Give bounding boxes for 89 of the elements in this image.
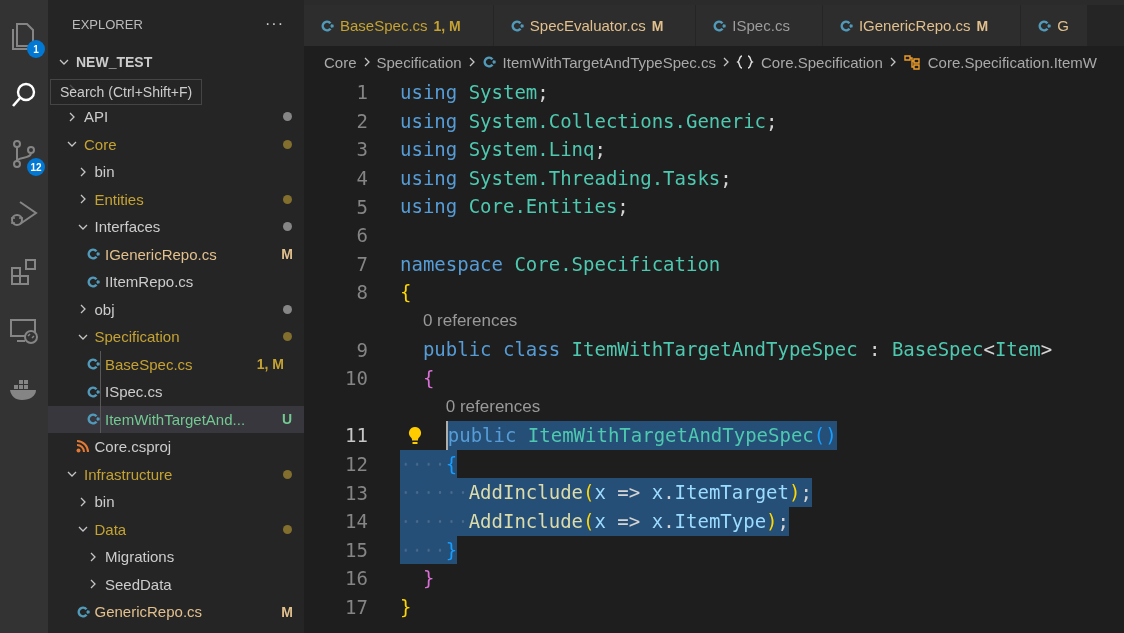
- file-item[interactable]: Core.csproj: [48, 433, 304, 461]
- csharp-file-icon: [86, 274, 100, 289]
- breadcrumb-item[interactable]: ItemWithTargetAndTypeSpec.cs: [481, 53, 716, 71]
- code-line: {: [422, 365, 435, 391]
- code-line: AddInclude(x => x.ItemType);: [468, 506, 789, 536]
- code-line: using System.Threading.Tasks;: [400, 165, 732, 191]
- code-line: public ItemWithTargetAndTypeSpec(): [445, 421, 837, 450]
- csharp-file-icon: [86, 357, 100, 372]
- chevron-right-icon: [88, 578, 98, 591]
- code-line: public class ItemWithTargetAndTypeSpec : BaseSpec<Item>: [422, 337, 1053, 363]
- file-item[interactable]: GenericRepo.cs M: [48, 598, 304, 626]
- editor-tab[interactable]: BaseSpec.cs 1, M: [304, 5, 494, 46]
- tree-root[interactable]: NEW_TEST: [48, 48, 304, 76]
- panel-title: EXPLORER: [72, 16, 143, 32]
- chevron-right-icon: [88, 550, 98, 563]
- activity-bar-button[interactable]: 1: [0, 6, 48, 65]
- csharp-file-icon: [86, 247, 100, 262]
- code-line: }: [422, 566, 435, 592]
- folder-item[interactable]: bin: [48, 488, 304, 516]
- line-number: 7: [355, 252, 368, 275]
- editor-tab[interactable]: IGenericRepo.cs M: [822, 5, 1022, 46]
- code-line: {: [400, 280, 412, 306]
- csharp-file-icon: [838, 18, 853, 33]
- folder-item[interactable]: Entities: [48, 185, 304, 213]
- code-line: AddInclude(x => x.ItemTarget);: [468, 478, 812, 507]
- folder-item[interactable]: obj: [48, 295, 304, 323]
- line-number: 13: [344, 481, 368, 504]
- chevron-right-icon: [67, 110, 77, 123]
- breadcrumb-item[interactable]: Core.Specification: [736, 53, 883, 71]
- folder-item[interactable]: bin: [48, 158, 304, 186]
- breadcrumb-item[interactable]: Specification: [376, 53, 462, 71]
- breadcrumb-item[interactable]: Core.Specification.ItemW: [902, 53, 1097, 71]
- file-item[interactable]: ISpec.cs: [48, 378, 304, 406]
- folder-item[interactable]: SeedData: [48, 570, 304, 598]
- code-line: using System.Linq;: [400, 137, 606, 163]
- braces-icon: [736, 54, 754, 70]
- more-actions-button[interactable]: ···: [265, 15, 284, 33]
- csharp-file-icon: [712, 18, 727, 33]
- folder-item[interactable]: API: [48, 103, 304, 131]
- class-icon: [902, 54, 921, 70]
- csharp-file-icon: [86, 384, 100, 399]
- csharp-file-icon: [481, 55, 496, 69]
- line-number: 16: [344, 567, 368, 590]
- file-item[interactable]: IItemRepo.cs: [48, 268, 304, 296]
- file-item[interactable]: IGenericRepo.cs M: [48, 240, 304, 268]
- line-number: 10: [344, 367, 368, 390]
- csharp-file-icon: [1037, 18, 1052, 33]
- editor-tab[interactable]: G: [1021, 5, 1088, 46]
- line-number: 5: [355, 195, 368, 218]
- folder-item[interactable]: Infrastructure: [48, 460, 304, 488]
- line-number: 2: [355, 109, 368, 132]
- file-item[interactable]: ItemWithTargetAnd... U: [48, 405, 304, 433]
- count-badge: 12: [27, 158, 45, 176]
- line-number: 1: [355, 81, 368, 104]
- line-number: 17: [344, 596, 368, 618]
- activity-bar-button[interactable]: 12: [0, 124, 48, 183]
- breadcrumb-separator-icon: [721, 56, 731, 68]
- folder-item[interactable]: Data: [48, 515, 304, 543]
- code-line: }: [400, 594, 412, 620]
- csharp-file-icon: [509, 18, 524, 33]
- csharp-file-icon: [320, 18, 334, 33]
- line-number: 4: [355, 167, 368, 190]
- rss-icon: [76, 440, 89, 454]
- file-item[interactable]: BaseSpec.cs 1, M: [48, 350, 304, 378]
- csharp-file-icon: [75, 604, 90, 619]
- tooltip: Search (Ctrl+Shift+F): [50, 79, 203, 105]
- folder-item[interactable]: Interfaces: [48, 213, 304, 241]
- folder-item[interactable]: Core: [48, 130, 304, 158]
- codelens-link[interactable]: 0 references: [422, 311, 518, 332]
- folder-item[interactable]: Migrations: [48, 543, 304, 571]
- line-number: 12: [344, 453, 368, 475]
- line-number: 11: [344, 424, 368, 447]
- line-number: 14: [344, 510, 368, 533]
- codelens-link[interactable]: 0 references: [445, 396, 541, 417]
- editor-tab[interactable]: SpecEvaluator.cs M: [493, 5, 697, 46]
- csharp-file-icon: [86, 412, 100, 427]
- line-number: 8: [355, 281, 368, 304]
- code-line: using System;: [400, 80, 549, 105]
- line-number: 15: [344, 538, 368, 561]
- editor-tab[interactable]: ISpec.cs: [696, 5, 823, 46]
- code-line: namespace Core.Specification: [400, 251, 721, 277]
- folder-item[interactable]: Specification: [48, 323, 304, 351]
- count-badge: 1: [27, 40, 45, 58]
- line-number: 9: [355, 338, 368, 361]
- code-line: using Core.Entities;: [400, 194, 629, 220]
- line-number: 6: [355, 224, 368, 247]
- code-line: using System.Collections.Generic;: [400, 108, 778, 134]
- breadcrumb-item[interactable]: Core: [324, 53, 357, 71]
- line-number: 3: [355, 138, 368, 161]
